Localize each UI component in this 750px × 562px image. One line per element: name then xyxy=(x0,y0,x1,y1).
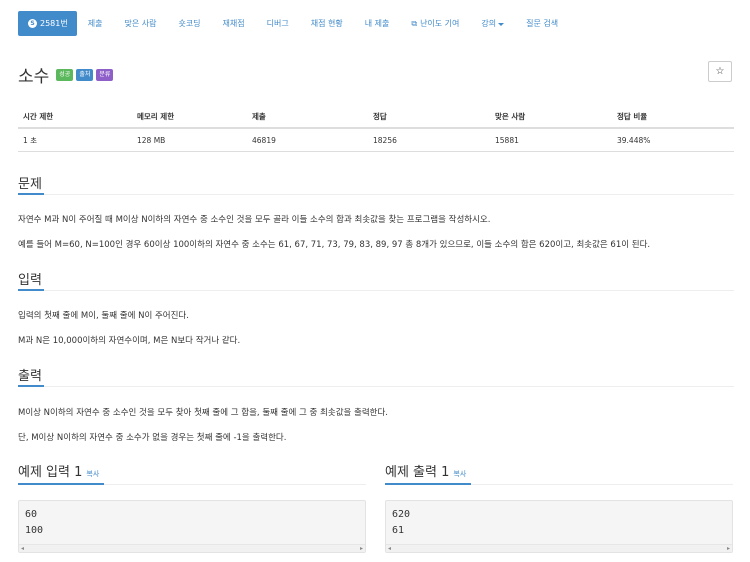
table-row: 1 초 128 MB 46819 18256 15881 39.448% xyxy=(18,129,734,152)
sample-output-title: 예제 출력 1 xyxy=(385,465,450,480)
description-line-1: 자연수 M과 N이 주어질 때 M이상 N이하의 자연수 중 소수인 것을 모두… xyxy=(18,215,491,225)
sample-output-heading: 예제 출력 1 복사 xyxy=(385,461,466,480)
sample-input-content: 60 100 xyxy=(19,501,365,539)
header-submissions: 제출 xyxy=(252,111,266,121)
output-divider xyxy=(18,386,734,387)
sample-output-box[interactable]: 620 61 ◂ ▸ xyxy=(385,500,733,553)
description-divider xyxy=(18,194,734,195)
description-underline xyxy=(18,193,44,195)
value-submissions: 46819 xyxy=(252,135,276,145)
sample-input-line-2: 100 xyxy=(25,525,44,536)
output-heading: 출력 xyxy=(18,369,42,384)
problem-title-row: 소수 성공 출처 분류 xyxy=(18,62,114,87)
horizontal-scrollbar[interactable]: ◂ ▸ xyxy=(19,544,365,552)
solved-icon: S xyxy=(28,19,37,28)
tab-solvers[interactable]: 맞은 사람 xyxy=(113,11,167,36)
favorite-button[interactable]: ☆ xyxy=(708,61,732,82)
tab-difficulty-label: 난이도 기여 xyxy=(420,19,460,28)
category-badge[interactable]: 분류 xyxy=(96,68,114,81)
tab-difficulty[interactable]: ⧉ 난이도 기여 xyxy=(400,11,470,36)
sample-input-box[interactable]: 60 100 ◂ ▸ xyxy=(18,500,366,553)
table-header-row: 시간 제한 메모리 제한 제출 정답 맞은 사람 정답 비율 xyxy=(18,105,734,129)
copy-input-link[interactable]: 복사 xyxy=(86,470,99,478)
description-line-2: 예를 들어 M=60, N=100인 경우 60이상 100이하의 자연수 중 … xyxy=(18,240,651,250)
tab-debug[interactable]: 디버그 xyxy=(256,11,300,36)
tab-submit[interactable]: 제출 xyxy=(77,11,114,36)
output-line-2: 단, M이상 N이하의 자연수 중 소수가 없을 경우는 첫째 줄에 -1을 출… xyxy=(18,433,287,443)
input-divider xyxy=(18,290,734,291)
tab-short-coding[interactable]: 숏코딩 xyxy=(167,11,211,36)
tab-status[interactable]: 채점 현황 xyxy=(300,11,354,36)
page-title: 소수 xyxy=(18,67,50,87)
sample-output-content: 620 61 xyxy=(386,501,732,539)
tab-questions[interactable]: 질문 검색 xyxy=(515,11,569,36)
source-badge[interactable]: 출처 xyxy=(76,68,94,81)
input-underline xyxy=(18,289,44,291)
external-link-icon: ⧉ xyxy=(411,18,418,28)
star-icon: ☆ xyxy=(715,66,725,77)
output-line-1: M이상 N이하의 자연수 중 소수인 것을 모두 찾아 첫째 줄에 그 합을, … xyxy=(18,408,389,418)
horizontal-scrollbar[interactable]: ◂ ▸ xyxy=(386,544,732,552)
value-ratio: 39.448% xyxy=(617,135,651,145)
scroll-left-icon[interactable]: ◂ xyxy=(388,545,391,553)
input-heading: 입력 xyxy=(18,273,42,288)
success-badge[interactable]: 성공 xyxy=(56,68,74,81)
input-line-1: 입력의 첫째 줄에 M이, 둘째 줄에 N이 주어진다. xyxy=(18,311,189,321)
value-accepted: 18256 xyxy=(373,135,397,145)
sample-output-line-1: 620 xyxy=(392,509,411,520)
sample-input-line-1: 60 xyxy=(25,509,38,520)
scroll-left-icon[interactable]: ◂ xyxy=(21,545,24,553)
chevron-down-icon xyxy=(498,22,505,26)
copy-output-link[interactable]: 복사 xyxy=(453,470,466,478)
tab-problem-number[interactable]: S 2581번 xyxy=(18,11,77,36)
output-underline xyxy=(18,385,44,387)
value-solvers: 15881 xyxy=(495,135,519,145)
sample-input-heading: 예제 입력 1 복사 xyxy=(18,461,99,480)
header-accepted: 정답 xyxy=(373,111,387,121)
header-solvers: 맞은 사람 xyxy=(495,111,526,121)
scroll-right-icon[interactable]: ▸ xyxy=(727,545,730,553)
header-memory-limit: 메모리 제한 xyxy=(137,111,175,121)
sample-output-line-2: 61 xyxy=(392,525,405,536)
problem-info-table: 시간 제한 메모리 제한 제출 정답 맞은 사람 정답 비율 1 초 128 M… xyxy=(18,105,734,152)
tab-lectures[interactable]: 강의 xyxy=(470,11,515,36)
sample-input-title: 예제 입력 1 xyxy=(18,465,83,480)
header-ratio: 정답 비율 xyxy=(617,111,648,121)
sample-output-underline xyxy=(385,483,471,485)
sample-input-underline xyxy=(18,483,104,485)
header-time-limit: 시간 제한 xyxy=(23,111,54,121)
value-memory-limit: 128 MB xyxy=(137,135,166,145)
tab-rejudge[interactable]: 재채점 xyxy=(212,11,256,36)
input-line-2: M과 N은 10,000이하의 자연수이며, M은 N보다 작거나 같다. xyxy=(18,336,241,346)
problem-nav: S 2581번 제출 맞은 사람 숏코딩 재채점 디버그 채점 현황 내 제출 … xyxy=(18,11,569,36)
tab-my-submissions[interactable]: 내 제출 xyxy=(354,11,401,36)
tab-lectures-label: 강의 xyxy=(481,19,497,28)
description-heading: 문제 xyxy=(18,177,42,192)
scroll-right-icon[interactable]: ▸ xyxy=(360,545,363,553)
value-time-limit: 1 초 xyxy=(23,135,38,145)
tab-problem-number-label: 2581번 xyxy=(40,19,68,28)
